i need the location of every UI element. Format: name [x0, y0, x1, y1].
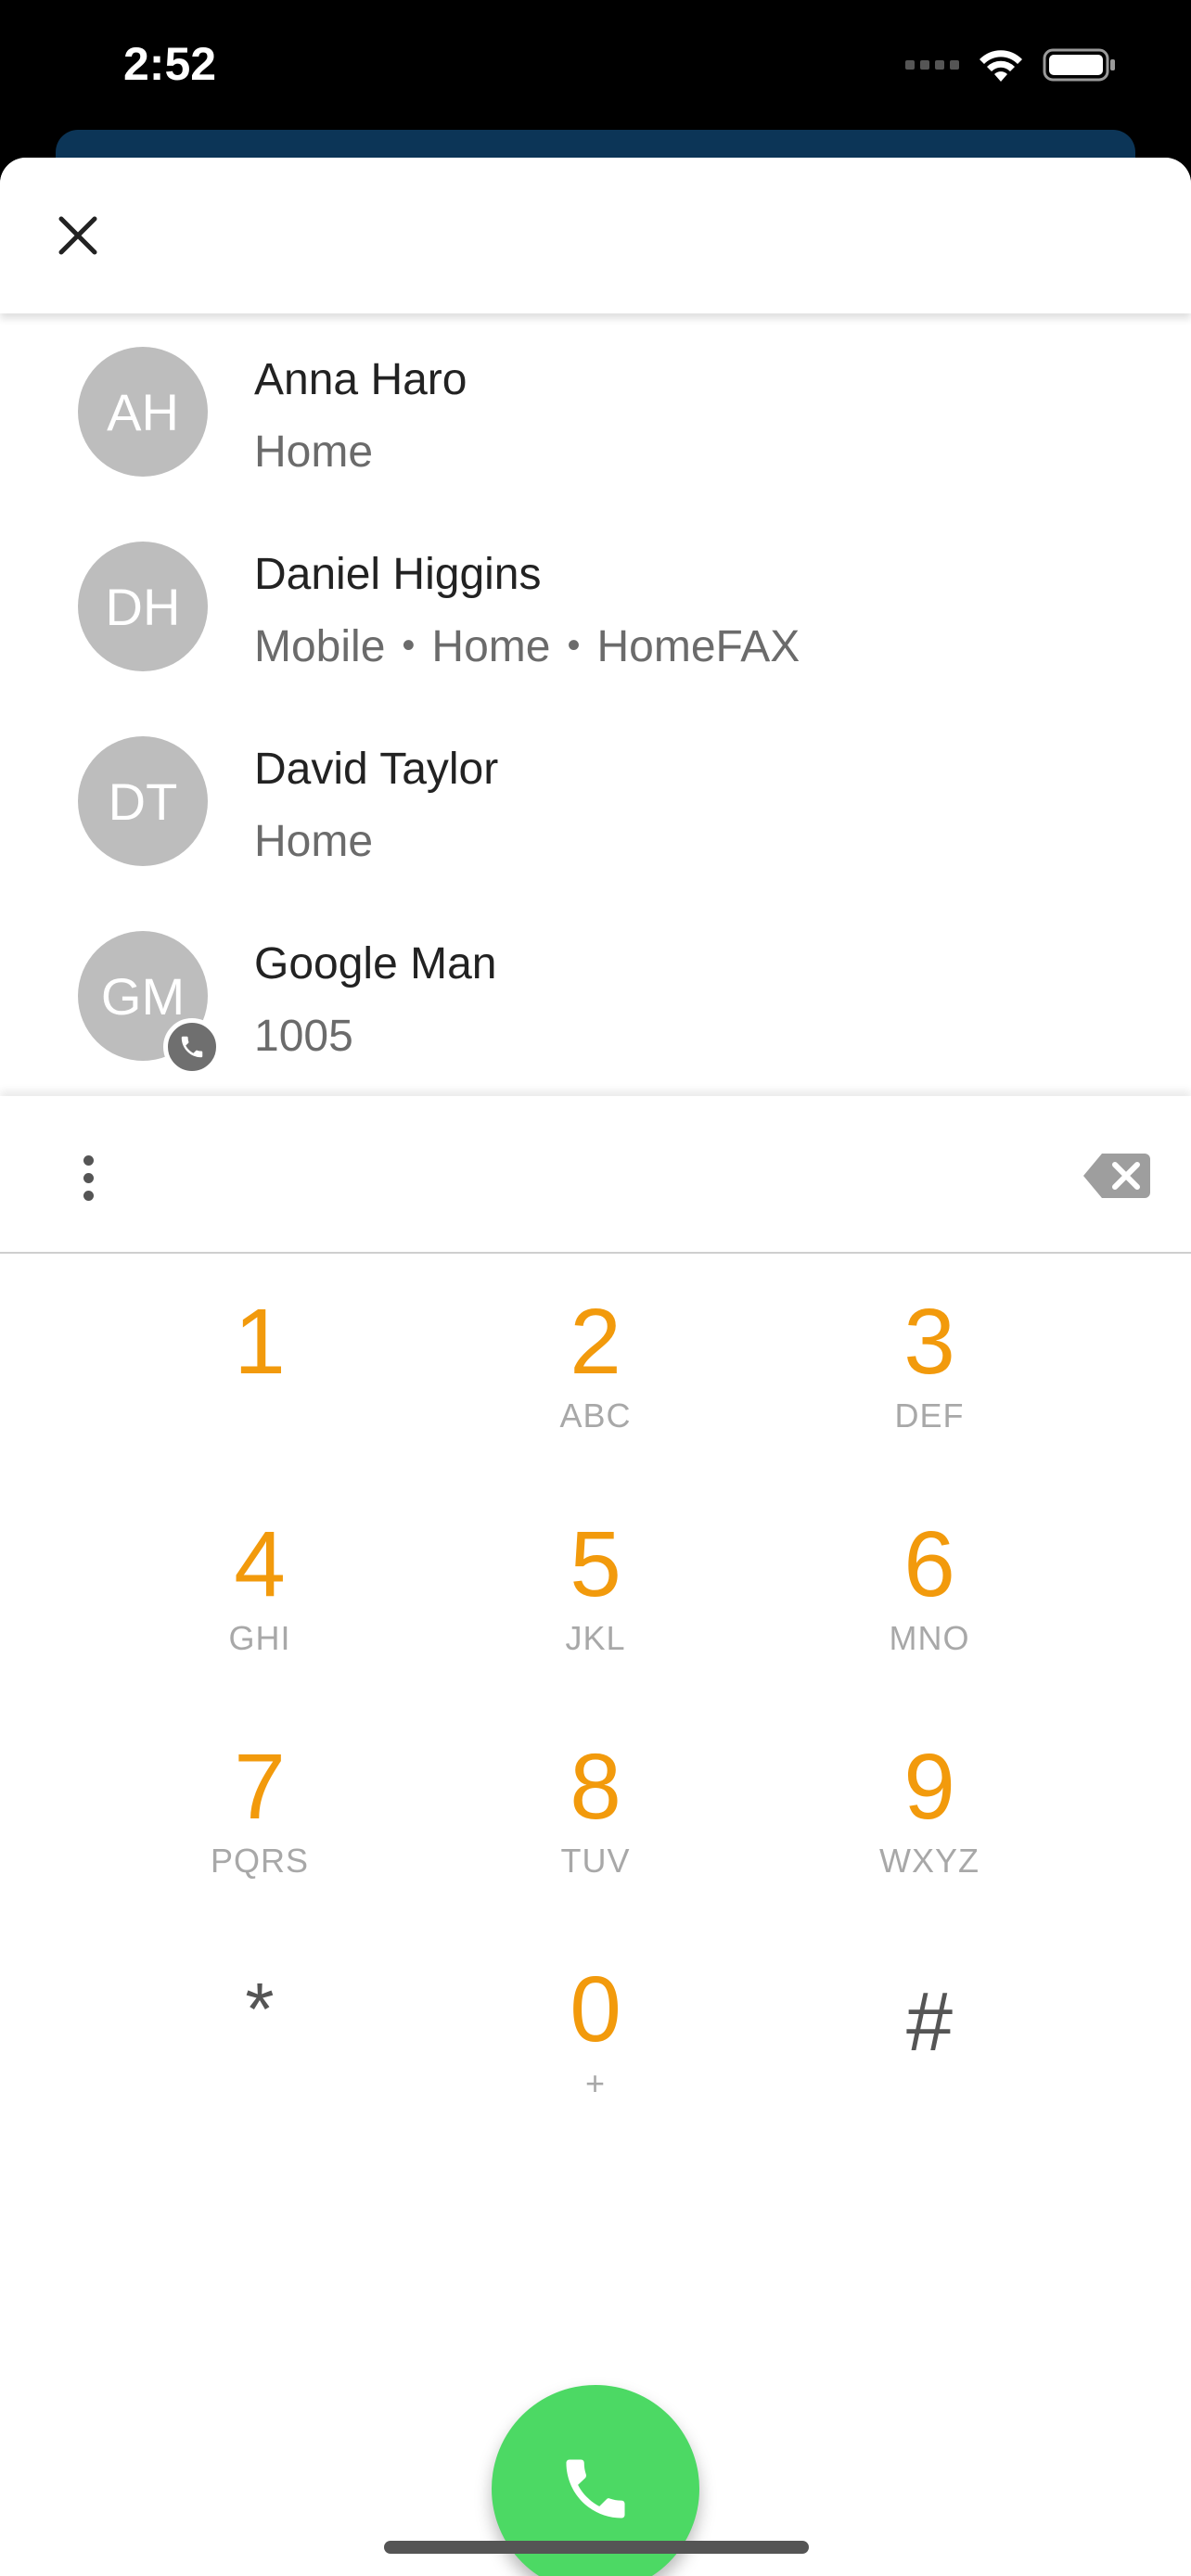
status-bar: 2:52 — [0, 0, 1191, 139]
home-indicator[interactable] — [384, 2541, 809, 2554]
dialer-sheet: AH Anna Haro Home DH Daniel Higgins Mobi… — [0, 158, 1191, 2576]
contact-details: Home — [254, 427, 373, 478]
contact-detail: HomeFAX — [596, 622, 800, 671]
key-8[interactable]: 8 TUV — [456, 1727, 735, 1921]
close-button[interactable] — [48, 206, 108, 265]
key-digit: # — [905, 1976, 954, 2069]
battery-icon — [1043, 48, 1115, 82]
backspace-button[interactable] — [1082, 1150, 1152, 1202]
separator-dot: • — [402, 625, 416, 666]
key-digit: 7 — [234, 1735, 286, 1839]
key-letters: JKL — [565, 1619, 626, 1657]
contact-detail: Home — [431, 622, 551, 671]
avatar: AH — [78, 347, 208, 477]
contact-row[interactable]: DH Daniel Higgins Mobile • Home • HomeFAX — [0, 508, 1191, 703]
phone-number-input[interactable] — [148, 1133, 1039, 1217]
more-vertical-icon — [83, 1154, 94, 1166]
key-letters: MNO — [889, 1619, 970, 1657]
key-hash[interactable]: # — [790, 1949, 1069, 2144]
key-6[interactable]: 6 MNO — [790, 1504, 1069, 1699]
key-digit: 2 — [570, 1290, 621, 1394]
contact-name: Daniel Higgins — [254, 550, 542, 599]
contact-row[interactable]: DT David Taylor Home — [0, 703, 1191, 898]
contact-row[interactable]: AH Anna Haro Home — [0, 313, 1191, 508]
close-icon — [58, 216, 97, 255]
key-letters: GHI — [228, 1619, 291, 1657]
key-0[interactable]: 0 + — [456, 1949, 735, 2144]
contact-name: David Taylor — [254, 745, 499, 794]
key-letters: PQRS — [210, 1842, 310, 1880]
key-digit: 0 — [570, 1958, 621, 2061]
phone-icon — [181, 1036, 203, 1058]
status-time: 2:52 — [123, 38, 217, 90]
key-star[interactable]: * — [121, 1949, 399, 2144]
key-digit: 8 — [570, 1735, 621, 1839]
sheet-header — [0, 158, 1191, 313]
contact-row[interactable]: GM Google Man 1005 — [0, 898, 1191, 1092]
key-digit: 1 — [234, 1290, 286, 1394]
key-digit: 6 — [903, 1512, 955, 1616]
dialer-panel: 1 2 ABC 3 DEF 4 GHI 5 JKL 6 MNO 7 PQRS 8… — [0, 1096, 1191, 2576]
contact-details: Mobile • Home • HomeFAX — [254, 621, 800, 672]
key-9[interactable]: 9 WXYZ — [790, 1727, 1069, 1921]
key-4[interactable]: 4 GHI — [121, 1504, 399, 1699]
contact-detail: 1005 — [254, 1012, 353, 1061]
key-letters: TUV — [560, 1842, 631, 1880]
contact-detail: Home — [254, 427, 374, 477]
phone-icon — [566, 2459, 625, 2519]
key-2[interactable]: 2 ABC — [456, 1282, 735, 1476]
more-options-button[interactable] — [65, 1150, 111, 1205]
wifi-icon — [980, 50, 1022, 82]
contact-name: Anna Haro — [254, 355, 467, 404]
key-3[interactable]: 3 DEF — [790, 1282, 1069, 1476]
contact-name: Google Man — [254, 939, 497, 988]
key-letters: DEF — [894, 1396, 965, 1435]
status-icons — [905, 46, 1117, 83]
avatar: DH — [78, 542, 208, 671]
key-digit: 4 — [234, 1512, 286, 1616]
contact-details: 1005 — [254, 1011, 353, 1062]
key-5[interactable]: 5 JKL — [456, 1504, 735, 1699]
contact-detail: Mobile — [254, 622, 386, 671]
key-letters: WXYZ — [879, 1842, 980, 1880]
contact-detail: Home — [254, 817, 374, 866]
dial-input-row — [0, 1096, 1191, 1254]
contact-details: Home — [254, 816, 373, 867]
separator-dot: • — [567, 625, 581, 666]
key-digit: * — [245, 1968, 275, 2050]
key-letters: + — [584, 2064, 607, 2102]
key-digit: 5 — [570, 1512, 621, 1616]
contact-list: AH Anna Haro Home DH Daniel Higgins Mobi… — [0, 313, 1191, 1092]
avatar: DT — [78, 736, 208, 866]
signal-icon — [905, 60, 959, 70]
key-1[interactable]: 1 — [121, 1282, 399, 1476]
key-7[interactable]: 7 PQRS — [121, 1727, 399, 1921]
phone-badge — [163, 1018, 221, 1076]
key-digit: 3 — [903, 1290, 955, 1394]
key-letters: ABC — [559, 1396, 632, 1435]
backspace-icon — [1083, 1154, 1150, 1198]
key-digit: 9 — [903, 1735, 955, 1839]
